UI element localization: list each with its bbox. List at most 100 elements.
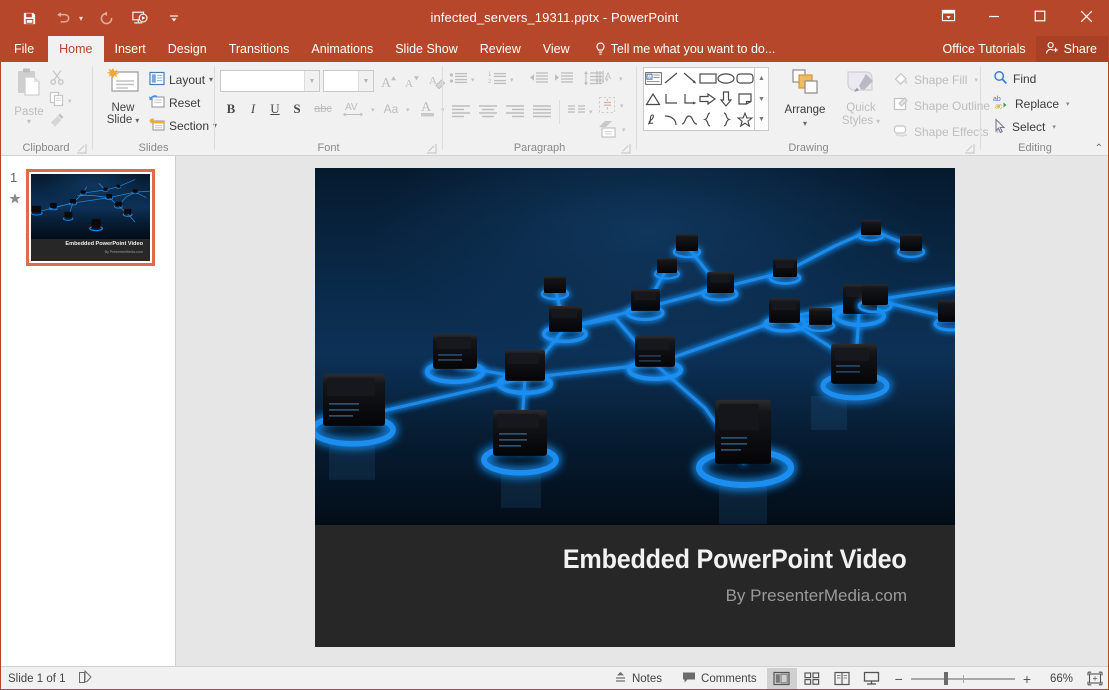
- shape-fill-button[interactable]: Shape Fill ▾: [893, 70, 978, 89]
- font-name-box[interactable]: ▼: [220, 70, 320, 92]
- change-case-dropdown-caret[interactable]: ▾: [406, 106, 410, 114]
- decrease-font-size-icon[interactable]: A: [401, 70, 423, 92]
- shape-fill-dropdown-caret[interactable]: ▾: [974, 76, 978, 84]
- bullets-dropdown-caret[interactable]: ▾: [471, 76, 475, 84]
- numbering-dropdown-caret[interactable]: ▾: [510, 76, 514, 84]
- line-shape-icon[interactable]: [662, 68, 680, 89]
- justify-icon[interactable]: [532, 104, 554, 119]
- paragraph-dialog-launcher[interactable]: [620, 141, 632, 153]
- align-left-icon[interactable]: [451, 104, 473, 119]
- fit-to-window-button[interactable]: [1081, 668, 1109, 690]
- select-button[interactable]: Select ▾: [993, 118, 1056, 136]
- tab-slide-show[interactable]: Slide Show: [384, 36, 469, 62]
- user-name[interactable]: Office Tutorials: [933, 36, 1036, 62]
- tab-file[interactable]: File: [0, 36, 48, 62]
- slide-title[interactable]: Embedded PowerPoint Video: [563, 544, 907, 575]
- ribbon-display-options-icon[interactable]: [925, 0, 971, 32]
- network-servers-picture[interactable]: [315, 168, 955, 525]
- oval-shape-icon[interactable]: [717, 68, 735, 89]
- collapse-ribbon-button[interactable]: ⌃: [1095, 143, 1103, 154]
- slide-show-button[interactable]: [857, 668, 887, 690]
- zoom-in-button[interactable]: +: [1023, 671, 1031, 687]
- font-size-dropdown-caret[interactable]: ▼: [358, 71, 373, 91]
- share-button[interactable]: Share: [1036, 36, 1109, 62]
- replace-dropdown-caret[interactable]: ▾: [1066, 100, 1070, 108]
- tab-design[interactable]: Design: [157, 36, 218, 62]
- copy-button[interactable]: ▾: [46, 90, 90, 112]
- minimize-icon[interactable]: [971, 0, 1017, 32]
- zoom-out-button[interactable]: −: [895, 671, 903, 687]
- convert-to-smartart-dropdown-caret[interactable]: ▾: [622, 126, 626, 134]
- normal-view-button[interactable]: [767, 668, 797, 690]
- spell-check-icon[interactable]: [78, 670, 96, 688]
- font-color-icon[interactable]: A: [417, 96, 439, 120]
- down-arrow-shape-icon[interactable]: [717, 89, 735, 110]
- bullets-icon[interactable]: ▾: [449, 71, 475, 89]
- font-size-box[interactable]: ▼: [323, 70, 374, 92]
- align-right-icon[interactable]: [505, 104, 527, 119]
- arrow-shape-icon[interactable]: [681, 68, 699, 89]
- find-button[interactable]: Find: [993, 70, 1036, 88]
- notes-button[interactable]: Notes: [604, 668, 672, 690]
- slide-sorter-view-button[interactable]: [797, 668, 827, 690]
- gallery-scroll-down-icon[interactable]: ▼: [755, 89, 768, 110]
- comments-button[interactable]: Comments: [672, 668, 767, 690]
- text-box-shape-icon[interactable]: A: [644, 68, 662, 89]
- tab-home[interactable]: Home: [48, 36, 103, 62]
- font-dialog-launcher[interactable]: [426, 141, 438, 153]
- left-brace-shape-icon[interactable]: [699, 109, 717, 130]
- right-brace-shape-icon[interactable]: [717, 109, 735, 130]
- columns-dropdown-caret[interactable]: ▾: [589, 108, 593, 116]
- change-case-icon[interactable]: Aa: [378, 98, 404, 120]
- rounded-rectangle-shape-icon[interactable]: [736, 68, 754, 89]
- quick-styles-button[interactable]: Quick Styles ▾: [835, 68, 887, 128]
- decrease-indent-icon[interactable]: [529, 71, 549, 89]
- rectangle-shape-icon[interactable]: [699, 68, 717, 89]
- maximize-icon[interactable]: [1017, 0, 1063, 32]
- triangle-shape-icon[interactable]: [644, 89, 662, 110]
- quick-styles-dropdown-caret[interactable]: ▾: [876, 115, 880, 128]
- clipboard-dialog-launcher[interactable]: [76, 141, 88, 153]
- star-shape-icon[interactable]: [736, 109, 754, 130]
- character-spacing-icon[interactable]: AV: [339, 98, 369, 120]
- wave-shape-icon[interactable]: [681, 109, 699, 130]
- layout-dropdown-caret[interactable]: ▾: [209, 75, 213, 84]
- gallery-scroll-up-icon[interactable]: ▲: [755, 68, 768, 89]
- gallery-more-icon[interactable]: ▼: [755, 109, 768, 130]
- align-text-dropdown-caret[interactable]: ▾: [620, 102, 624, 110]
- slide-subtitle[interactable]: By PresenterMedia.com: [726, 586, 907, 606]
- shapes-gallery-scrollbar[interactable]: ▲ ▼ ▼: [755, 67, 769, 131]
- paste-button[interactable]: Paste ▾: [8, 68, 50, 136]
- format-painter-button[interactable]: [46, 112, 90, 134]
- tab-view[interactable]: View: [532, 36, 581, 62]
- align-text-icon[interactable]: ▾: [598, 96, 624, 116]
- character-spacing-dropdown-caret[interactable]: ▾: [371, 106, 375, 114]
- align-center-icon[interactable]: [478, 104, 500, 119]
- cut-button[interactable]: [46, 68, 90, 90]
- columns-icon[interactable]: ▾: [567, 104, 593, 119]
- underline-icon[interactable]: U: [265, 98, 285, 120]
- arc-shape-icon[interactable]: [662, 109, 680, 130]
- increase-indent-icon[interactable]: [554, 71, 574, 89]
- text-direction-icon[interactable]: A ▾: [595, 70, 623, 88]
- drawing-dialog-launcher[interactable]: [964, 141, 976, 153]
- text-shadow-icon[interactable]: S: [287, 98, 307, 120]
- select-dropdown-caret[interactable]: ▾: [1052, 123, 1056, 131]
- zoom-slider[interactable]: [911, 672, 1015, 686]
- folded-corner-shape-icon[interactable]: [736, 89, 754, 110]
- slide-thumbnail-1[interactable]: Embedded PowerPoint Video By PresenterMe…: [26, 169, 155, 266]
- arrange-dropdown-caret[interactable]: ▾: [803, 117, 807, 130]
- tab-insert[interactable]: Insert: [104, 36, 157, 62]
- scribble-shape-icon[interactable]: [644, 109, 662, 130]
- paste-dropdown-caret[interactable]: ▾: [27, 119, 31, 125]
- shapes-gallery[interactable]: A: [643, 67, 755, 131]
- italic-icon[interactable]: I: [243, 98, 263, 120]
- zoom-thumb[interactable]: [944, 672, 948, 685]
- slide-canvas[interactable]: Embedded PowerPoint Video By PresenterMe…: [315, 168, 955, 647]
- close-icon[interactable]: [1063, 0, 1109, 32]
- numbering-icon[interactable]: 12 ▾: [488, 71, 514, 89]
- font-name-dropdown-caret[interactable]: ▼: [304, 71, 319, 91]
- elbow-connector-shape-icon[interactable]: [662, 89, 680, 110]
- reading-view-button[interactable]: [827, 668, 857, 690]
- tab-animations[interactable]: Animations: [300, 36, 384, 62]
